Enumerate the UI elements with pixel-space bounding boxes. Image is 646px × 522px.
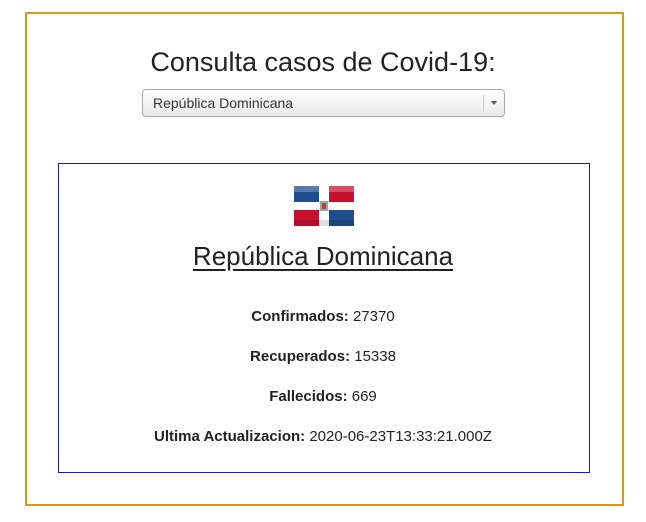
stat-recovered: Recuperados: 15338	[0, 348, 646, 366]
country-select[interactable]: República Dominicana	[142, 89, 505, 117]
stat-last-updated: Ultima Actualizacion: 2020-06-23T13:33:2…	[0, 428, 646, 446]
stat-confirmed-value: 27370	[352, 308, 395, 325]
stat-confirmed-label: Confirmados:	[251, 308, 349, 325]
stat-recovered-label: Recuperados:	[250, 348, 351, 365]
stat-last-updated-label: Ultima Actualizacion:	[154, 428, 306, 445]
chevron-down-icon[interactable]	[491, 101, 497, 105]
country-name: República Dominicana	[192, 241, 454, 271]
stat-deaths: Fallecidos: 669	[0, 388, 646, 406]
stat-deaths-label: Fallecidos:	[269, 388, 348, 405]
stat-confirmed: Confirmados: 27370	[0, 308, 646, 326]
stat-deaths-value: 669	[351, 388, 377, 405]
stat-recovered-value: 15338	[354, 348, 396, 365]
stat-last-updated-value: 2020-06-23T13:33:21.000Z	[309, 428, 492, 445]
dominican-republic-flag-icon	[294, 186, 354, 226]
select-divider	[483, 95, 484, 111]
page-title: Consulta casos de Covid-19:	[150, 47, 496, 77]
country-select-value: República Dominicana	[153, 95, 294, 111]
